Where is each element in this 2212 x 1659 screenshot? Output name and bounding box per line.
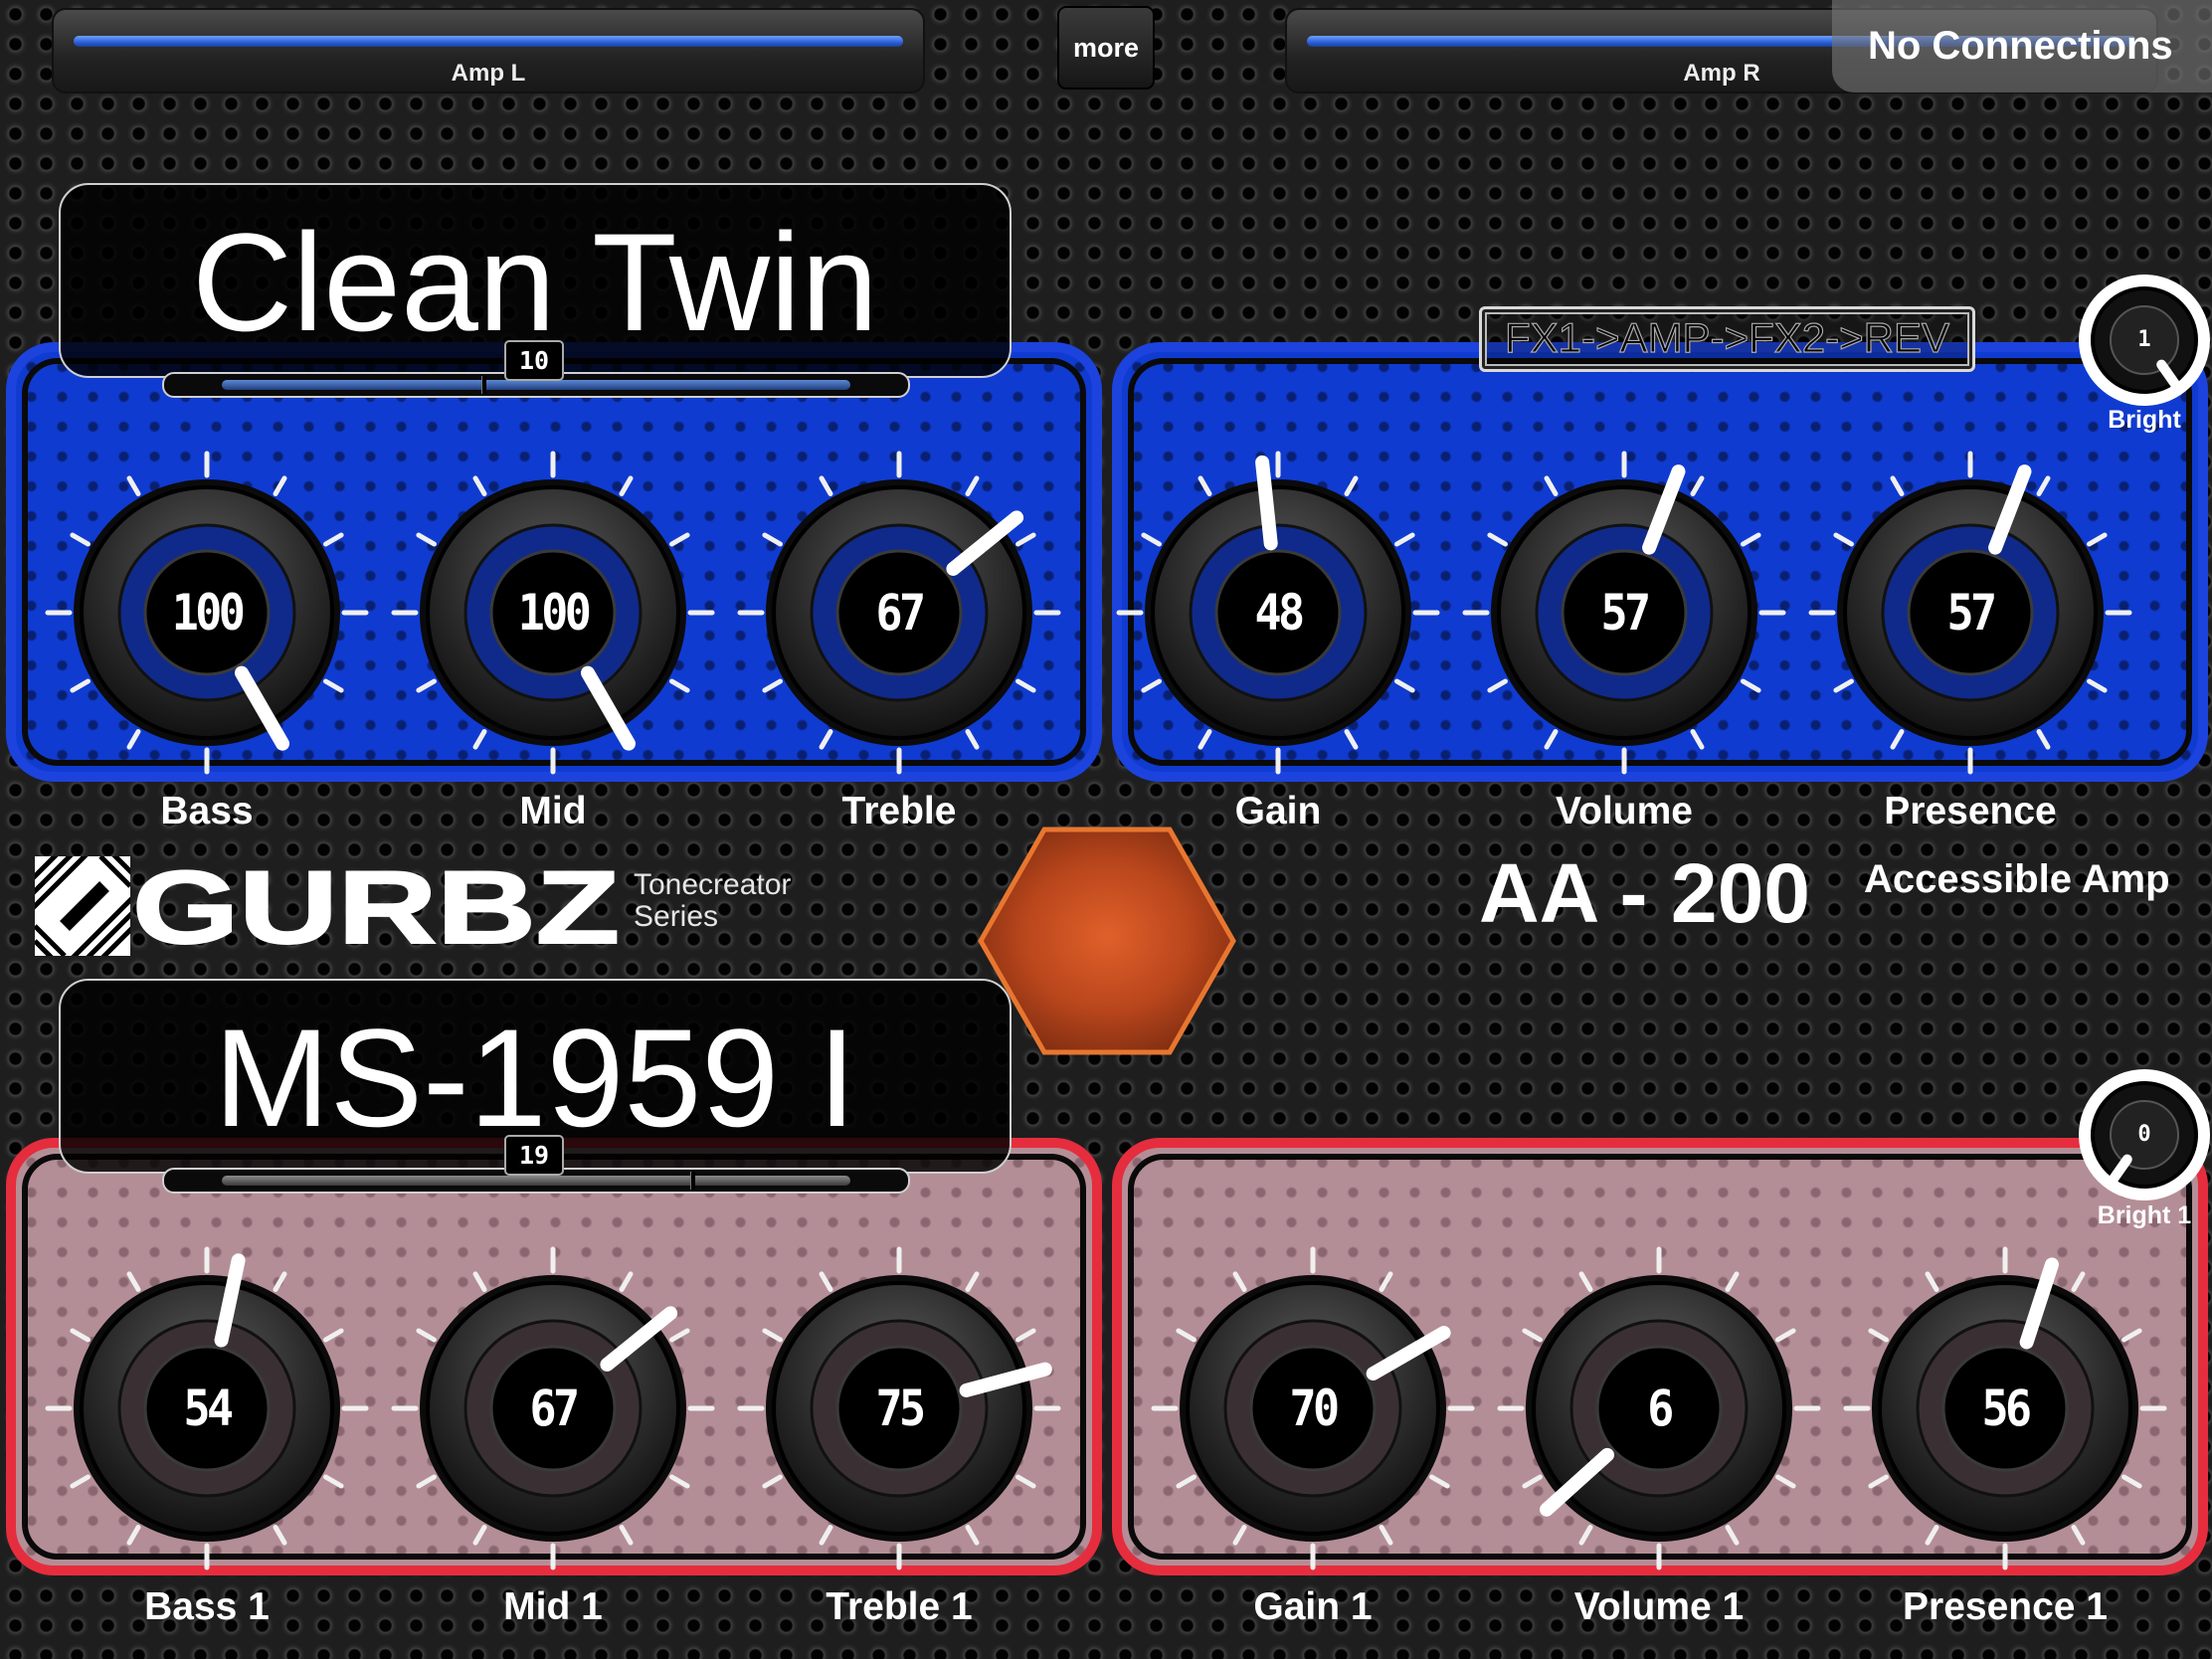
header-bar: Amp L more Amp R No Connections: [0, 0, 2212, 94]
upper-preset-slider-thumb[interactable]: [480, 376, 486, 394]
bright-1-label: Bright 1: [2097, 1201, 2192, 1229]
lower-preset-number: 19: [504, 1135, 564, 1176]
model-tagline: Accessible Amp: [1864, 857, 2170, 901]
brand-wordmark: GURBZ: [132, 855, 621, 955]
presence-label: Presence: [1884, 790, 2057, 832]
presence-value: 57: [1946, 584, 1998, 642]
volume-knob[interactable]: 57: [1462, 451, 1786, 775]
bass-knob[interactable]: 100: [45, 451, 369, 775]
more-button[interactable]: more: [1057, 6, 1155, 90]
signal-chain-selector[interactable]: FX1->AMP->FX2->REV: [1479, 306, 1975, 372]
connection-status[interactable]: No Connections: [1832, 0, 2212, 92]
hexagon-icon[interactable]: [975, 824, 1239, 1058]
mid-knob[interactable]: 100: [391, 451, 715, 775]
series-line-2: Series: [634, 900, 719, 933]
bass-1-knob[interactable]: 54: [45, 1246, 369, 1570]
bright-1-knob[interactable]: 0: [2074, 1064, 2212, 1205]
gurbz-logo-icon: [35, 856, 130, 956]
bright-1-value: 0: [2137, 1122, 2151, 1147]
bright-knob[interactable]: 1: [2074, 270, 2212, 411]
mid-1-value: 67: [529, 1380, 581, 1437]
volume-label: Volume: [1556, 790, 1693, 832]
volume-1-knob[interactable]: 6: [1497, 1246, 1821, 1570]
bass-label: Bass: [160, 790, 254, 832]
treble-value: 67: [875, 584, 927, 642]
presence-1-label: Presence 1: [1903, 1585, 2108, 1628]
lower-preset-slider-thumb[interactable]: [689, 1172, 695, 1190]
mid-value: 100: [517, 584, 592, 642]
gain-1-label: Gain 1: [1253, 1585, 1373, 1628]
model-name: AA - 200: [1479, 846, 1811, 940]
presence-1-value: 56: [1981, 1380, 2033, 1437]
amp-left-level-bar: [74, 36, 903, 47]
gain-knob[interactable]: 48: [1116, 451, 1440, 775]
gain-1-value: 70: [1289, 1380, 1341, 1437]
bright-value: 1: [2137, 327, 2151, 352]
amp-left-label: Amp L: [451, 60, 526, 87]
mid-1-knob[interactable]: 67: [391, 1246, 715, 1570]
treble-knob[interactable]: 67: [737, 451, 1061, 775]
bass-1-value: 54: [183, 1380, 235, 1437]
gain-1-knob[interactable]: 70: [1151, 1246, 1475, 1570]
mid-label: Mid: [519, 790, 587, 832]
volume-value: 57: [1600, 584, 1652, 642]
treble-1-knob[interactable]: 75: [737, 1246, 1061, 1570]
gain-value: 48: [1254, 584, 1306, 642]
amp-left-meter: Amp L: [52, 8, 925, 93]
series-line-1: Tonecreator: [634, 868, 792, 901]
volume-1-label: Volume 1: [1573, 1585, 1745, 1628]
presence-knob[interactable]: 57: [1808, 451, 2132, 775]
treble-1-value: 75: [875, 1380, 927, 1437]
upper-preset-number: 10: [504, 340, 564, 381]
volume-1-value: 6: [1647, 1380, 1674, 1437]
series-label: Tonecreator Series: [634, 869, 791, 933]
treble-1-label: Treble 1: [826, 1585, 973, 1628]
bright-label: Bright: [2108, 406, 2181, 434]
presence-1-knob[interactable]: 56: [1843, 1246, 2167, 1570]
mid-1-label: Mid 1: [503, 1585, 603, 1628]
bass-value: 100: [171, 584, 246, 642]
bass-1-label: Bass 1: [144, 1585, 270, 1628]
brand-name: GURBZ: [132, 855, 620, 955]
